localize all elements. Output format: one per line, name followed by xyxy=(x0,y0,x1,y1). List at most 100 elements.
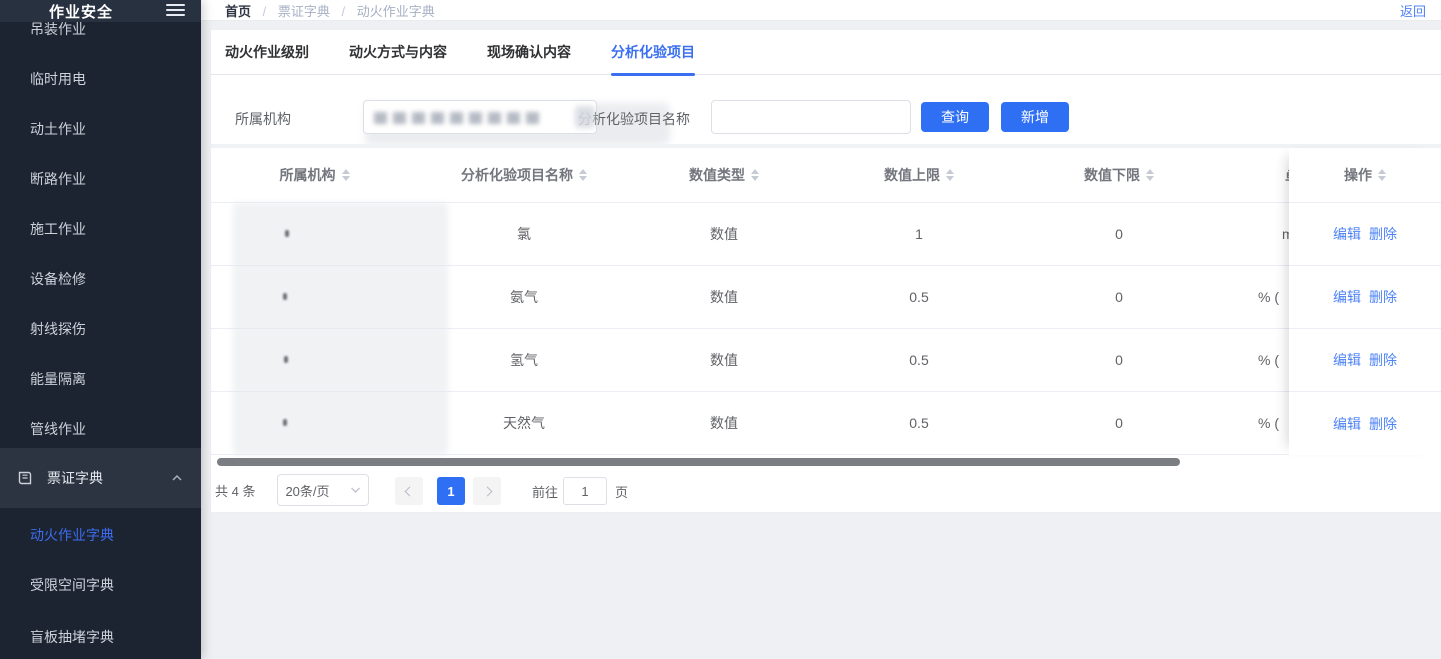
cell-upper-limit: 1 xyxy=(809,226,1029,242)
sort-icon xyxy=(1146,169,1154,181)
breadcrumb-current: 动火作业字典 xyxy=(357,4,435,19)
sidebar-item-blind-plate-dictionary[interactable]: 盲板抽堵字典 xyxy=(30,627,114,647)
cell-lower-limit: 0 xyxy=(1029,226,1209,242)
breadcrumb: 首页 / 票证字典 / 动火作业字典 xyxy=(225,1,435,20)
goto-page-input[interactable] xyxy=(563,477,607,505)
edit-link[interactable]: 编辑 xyxy=(1333,224,1361,244)
cell-lower-limit: 0 xyxy=(1029,352,1209,368)
cell-unit-clipped: % ( xyxy=(1258,352,1279,368)
cell-upper-limit: 0.5 xyxy=(809,352,1029,368)
cell-upper-limit: 0.5 xyxy=(809,415,1029,431)
chevron-down-icon xyxy=(340,486,361,494)
tab-site-confirmation[interactable]: 现场确认内容 xyxy=(487,30,571,75)
redaction-speck xyxy=(283,293,287,300)
sidebar-item-radiographic[interactable]: 射线探伤 xyxy=(30,319,86,339)
sidebar-section-ticket-dictionary[interactable]: 票证字典 xyxy=(0,448,201,508)
page-size-value: 20条/页 xyxy=(285,481,329,500)
chevron-left-icon xyxy=(404,486,414,496)
cell-unit-clipped: % ( xyxy=(1258,415,1279,431)
chevron-right-icon xyxy=(482,486,492,496)
tab-hotwork-level[interactable]: 动火作业级别 xyxy=(225,30,309,75)
sidebar-item-energy-isolation[interactable]: 能量隔离 xyxy=(30,369,86,389)
sidebar-section-label: 票证字典 xyxy=(47,468,171,488)
sidebar: 吊装作业 临时用电 动土作业 断路作业 施工作业 设备检修 射线探伤 能量隔离 … xyxy=(0,0,201,659)
delete-link[interactable]: 删除 xyxy=(1369,350,1397,370)
delete-link[interactable]: 删除 xyxy=(1369,414,1397,434)
column-header-operations[interactable]: 操作 xyxy=(1289,148,1441,203)
operations-fixed-column: 操作 编辑 删除 编辑 删除 编辑 删除 编辑 删除 xyxy=(1289,148,1441,455)
sidebar-item-equipment-maintenance[interactable]: 设备检修 xyxy=(30,269,86,289)
cell-unit-clipped: % ( xyxy=(1258,289,1279,305)
column-header-org[interactable]: 所属机构 xyxy=(220,165,409,185)
delete-link[interactable]: 删除 xyxy=(1369,224,1397,244)
sidebar-item-confined-space-dictionary[interactable]: 受限空间字典 xyxy=(30,575,114,595)
sidebar-item-construction[interactable]: 施工作业 xyxy=(30,219,86,239)
breadcrumb-home[interactable]: 首页 xyxy=(225,4,251,19)
breadcrumb-separator: / xyxy=(263,4,267,19)
org-filter-label: 所属机构 xyxy=(235,109,291,129)
redacted-org-value xyxy=(374,112,544,124)
page-size-select[interactable]: 20条/页 xyxy=(277,474,369,506)
sidebar-item-pipeline[interactable]: 管线作业 xyxy=(30,419,86,439)
tab-bar: 动火作业级别 动火方式与内容 现场确认内容 分析化验项目 xyxy=(211,30,1441,75)
redaction-overlay-org-column xyxy=(233,203,448,455)
name-filter-input[interactable] xyxy=(711,100,911,134)
horizontal-scrollbar-thumb[interactable] xyxy=(217,458,1180,466)
sidebar-item-hotwork-dictionary[interactable]: 动火作业字典 xyxy=(30,525,114,545)
book-icon xyxy=(18,471,34,485)
breadcrumb-ticket-dictionary[interactable]: 票证字典 xyxy=(278,4,330,19)
tab-analysis-items[interactable]: 分析化验项目 xyxy=(611,30,695,75)
table-header-row: 所属机构 分析化验项目名称 数值类型 数值上限 数值下限 xyxy=(211,148,1441,203)
column-header-lower-limit[interactable]: 数值下限 xyxy=(1029,165,1209,185)
sidebar-item-temporary-electricity[interactable]: 临时用电 xyxy=(30,69,86,89)
row-actions: 编辑 删除 xyxy=(1289,329,1441,392)
tab-hotwork-method[interactable]: 动火方式与内容 xyxy=(349,30,447,75)
chevron-up-icon xyxy=(171,473,183,483)
redaction-smudge xyxy=(575,106,595,128)
column-header-upper-limit[interactable]: 数值上限 xyxy=(809,165,1029,185)
sidebar-item-lifting[interactable]: 吊装作业 xyxy=(30,19,86,39)
sort-icon xyxy=(579,169,587,181)
sort-icon xyxy=(946,169,954,181)
cell-upper-limit: 0.5 xyxy=(809,289,1029,305)
hamburger-icon[interactable] xyxy=(166,4,185,18)
breadcrumb-separator: / xyxy=(342,4,346,19)
sort-icon xyxy=(342,169,350,181)
delete-link[interactable]: 删除 xyxy=(1369,287,1397,307)
app-title: 作业安全 xyxy=(0,1,162,22)
org-filter-input[interactable] xyxy=(363,100,597,134)
redaction-speck xyxy=(285,230,289,237)
edit-link[interactable]: 编辑 xyxy=(1333,350,1361,370)
cell-lower-limit: 0 xyxy=(1029,415,1209,431)
app-window: 吊装作业 临时用电 动土作业 断路作业 施工作业 设备检修 射线探伤 能量隔离 … xyxy=(0,0,1441,659)
row-actions: 编辑 删除 xyxy=(1289,203,1441,266)
sort-icon xyxy=(1378,169,1386,181)
column-header-item-name[interactable]: 分析化验项目名称 xyxy=(409,165,639,185)
redaction-speck xyxy=(284,356,288,363)
search-button[interactable]: 查询 xyxy=(921,102,989,132)
page-suffix-label: 页 xyxy=(615,482,628,501)
goto-label: 前往 xyxy=(532,482,558,501)
page-number-1[interactable]: 1 xyxy=(437,477,465,505)
redaction-speck xyxy=(283,419,287,426)
column-header-value-type[interactable]: 数值类型 xyxy=(639,165,809,185)
pagination-total: 共 4 条 xyxy=(215,481,255,500)
main-area: 首页 / 票证字典 / 动火作业字典 返回 动火作业级别 动火方式与内容 现场确… xyxy=(201,0,1441,659)
pagination-bar: 共 4 条 20条/页 1 前往 页 xyxy=(211,466,1441,513)
cell-value-type: 数值 xyxy=(639,350,809,370)
sidebar-item-earthwork[interactable]: 动土作业 xyxy=(30,119,86,139)
sidebar-item-label: 受限空间字典 xyxy=(30,577,114,593)
sort-icon xyxy=(751,169,759,181)
row-actions: 编辑 删除 xyxy=(1289,266,1441,329)
back-link[interactable]: 返回 xyxy=(1400,1,1426,20)
content-card: 动火作业级别 动火方式与内容 现场确认内容 分析化验项目 所属机构 分析化验项目… xyxy=(211,30,1441,513)
edit-link[interactable]: 编辑 xyxy=(1333,287,1361,307)
next-page-button[interactable] xyxy=(473,477,501,505)
add-button[interactable]: 新增 xyxy=(1001,102,1069,132)
edit-link[interactable]: 编辑 xyxy=(1333,414,1361,434)
breadcrumb-bar: 首页 / 票证字典 / 动火作业字典 返回 xyxy=(201,0,1441,21)
cell-value-type: 数值 xyxy=(639,224,809,244)
sidebar-item-road-breaking[interactable]: 断路作业 xyxy=(30,169,86,189)
row-actions: 编辑 删除 xyxy=(1289,392,1441,455)
previous-page-button[interactable] xyxy=(395,477,423,505)
